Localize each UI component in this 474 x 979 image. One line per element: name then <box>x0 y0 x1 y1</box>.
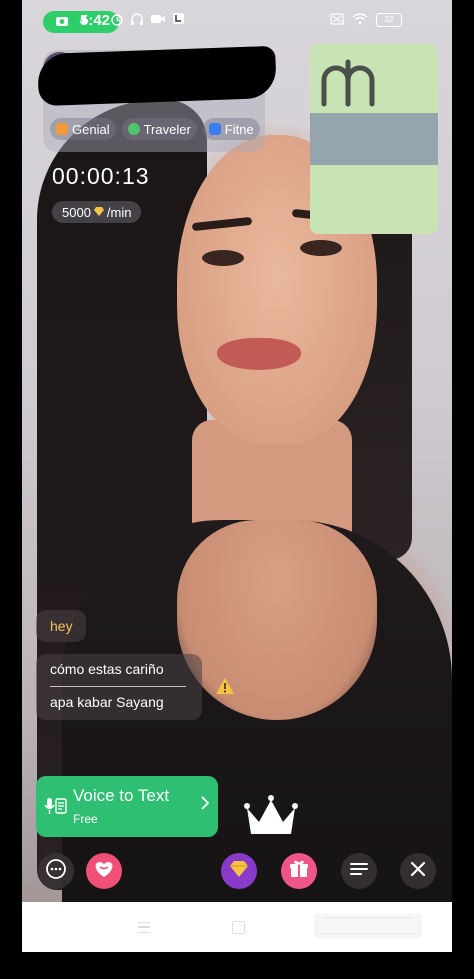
alarm-icon <box>110 12 124 29</box>
wifi-icon <box>352 12 368 28</box>
rate-amount: 5000 <box>62 204 91 220</box>
sim-icon <box>330 12 344 28</box>
interest-tags: Genial Traveler Fitne <box>50 118 260 140</box>
tag-genial: Genial <box>50 118 116 140</box>
close-icon <box>410 861 426 882</box>
device-frame-right <box>452 0 474 979</box>
end-call-button[interactable] <box>400 853 436 889</box>
smile-icon <box>56 123 68 135</box>
call-rate: 5000 /min <box>52 201 142 223</box>
voice-to-text-subtitle: Free <box>73 812 98 826</box>
heart-icon <box>93 859 115 884</box>
system-navigation-bar <box>22 902 452 952</box>
preview-bottom-band <box>310 165 438 234</box>
chevron-right-icon <box>201 796 210 815</box>
crown-icon[interactable] <box>243 794 299 847</box>
tag-label: Fitne <box>224 121 254 137</box>
gift-icon <box>289 859 309 884</box>
preview-mid-band <box>310 113 438 165</box>
video-chest <box>177 520 377 720</box>
headphones-icon <box>130 12 144 29</box>
video-camera-icon <box>150 12 166 29</box>
diamond-icon <box>93 205 105 220</box>
voice-translate-icon <box>44 796 68 823</box>
tag-label: Traveler <box>143 121 191 137</box>
battery-indicator: 32 <box>376 13 402 27</box>
tag-fitness: Fitne <box>202 118 260 140</box>
status-icons-right: 32 <box>330 12 402 28</box>
gem-button[interactable] <box>221 853 257 889</box>
voice-to-text-button[interactable]: Voice to Text Free <box>36 776 218 837</box>
heart-button[interactable] <box>86 853 122 889</box>
recent-apps-button[interactable] <box>138 922 150 933</box>
translation-divider <box>50 686 186 687</box>
video-lips <box>217 338 301 370</box>
video-eye-right <box>300 240 342 256</box>
dumbbell-icon <box>208 123 221 135</box>
device-frame-left <box>0 0 22 979</box>
status-icons-left <box>110 12 185 29</box>
tag-label: Genial <box>72 121 110 137</box>
globe-icon <box>127 123 140 135</box>
diamond-icon <box>228 860 250 883</box>
device-frame-bottom <box>0 952 474 979</box>
warning-icon[interactable] <box>215 677 235 700</box>
currency-glyph-icon <box>318 54 380 113</box>
message-translation-text: apa kabar Sayang <box>50 694 164 710</box>
self-video-preview[interactable] <box>310 44 438 234</box>
call-timer: 00:00:13 <box>52 163 150 189</box>
tag-traveler: Traveler <box>121 118 197 140</box>
video-eye-left <box>202 250 244 266</box>
camera-icon <box>55 15 69 30</box>
chat-message-hey: hey <box>36 610 86 642</box>
message-original-text: cómo estas cariño <box>50 661 164 677</box>
status-time: 5:42 <box>80 12 111 29</box>
hamburger-menu-icon <box>350 862 368 881</box>
redacted-name <box>37 45 277 107</box>
voice-to-text-title: Voice to Text <box>73 786 170 805</box>
menu-button[interactable] <box>341 853 377 889</box>
chat-bubble-icon <box>45 858 67 885</box>
app-notification-icon <box>172 12 185 29</box>
chat-button[interactable] <box>38 853 74 889</box>
chat-message-translated: cómo estas cariño apa kabar Sayang <box>36 654 202 720</box>
home-button[interactable] <box>232 921 245 934</box>
gift-button[interactable] <box>281 853 317 889</box>
rate-unit: /min <box>106 204 132 220</box>
watermark-logo <box>314 912 424 947</box>
